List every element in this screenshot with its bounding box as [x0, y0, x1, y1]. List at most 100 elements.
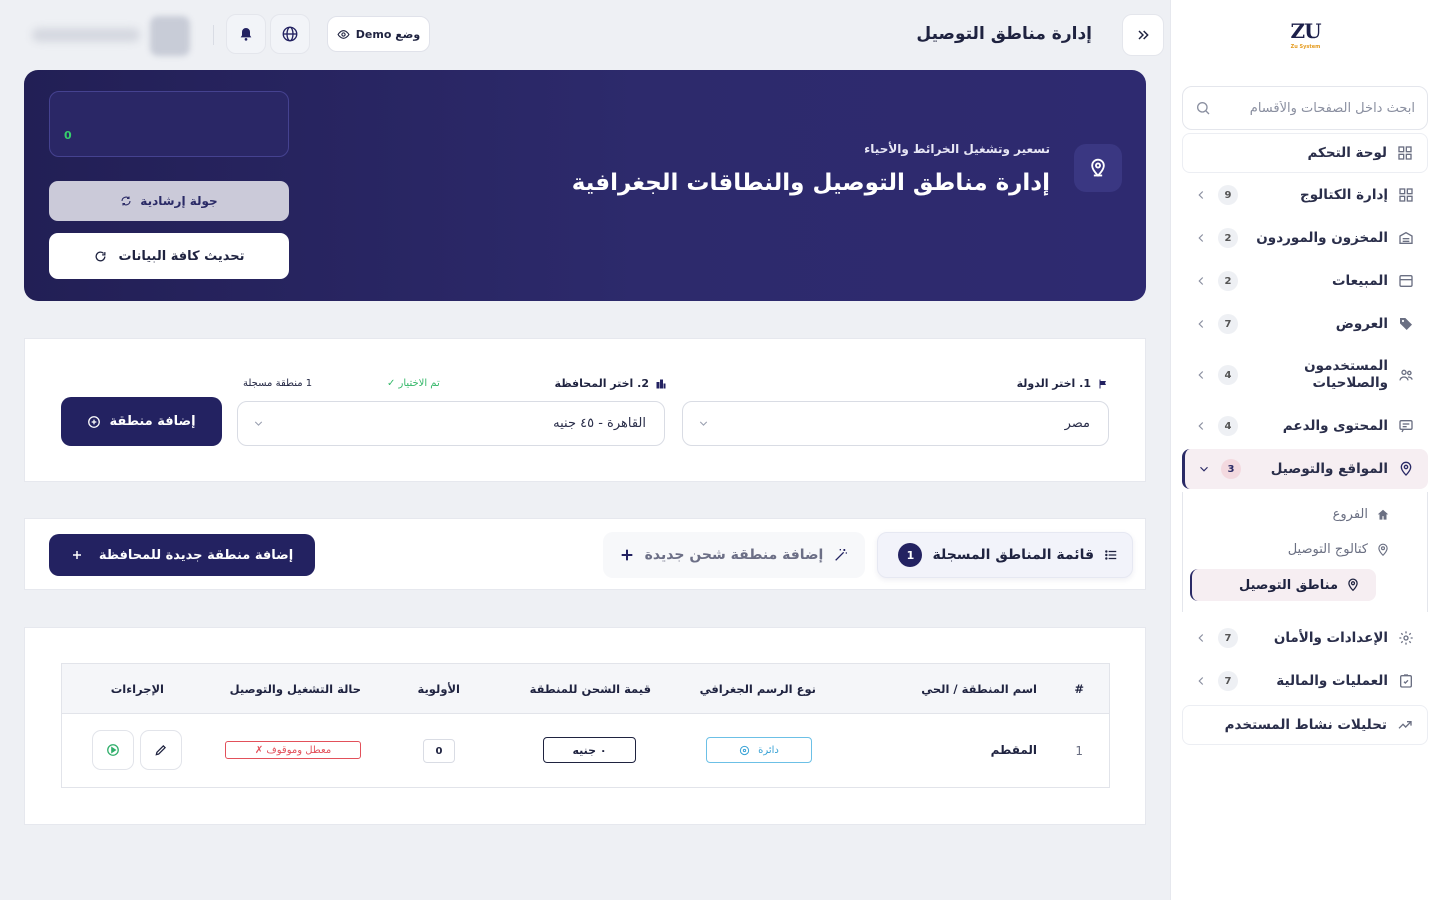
add-governorate-zone-button[interactable]: إضافة منطقة جديدة للمحافظة: [49, 534, 315, 576]
country-select-value: مصر: [1064, 416, 1090, 431]
sidebar-item-label: الإعدادات والأمان: [1273, 629, 1388, 646]
count-badge: 2: [1218, 271, 1238, 291]
chevron-left-icon: [1194, 631, 1208, 645]
topbar: إدارة مناطق التوصيل وضع Demo: [0, 0, 1170, 70]
tab-registered-zones-label: قائمة المناطق المسجلة: [932, 547, 1094, 563]
add-governorate-zone-label: إضافة منطقة جديدة للمحافظة: [98, 547, 294, 563]
sidebar-subitem-delivery-catalog[interactable]: كتالوج التوصيل: [1288, 542, 1390, 557]
building-icon: [655, 378, 667, 390]
count-badge: 2: [1218, 228, 1238, 248]
sidebar-item-locations[interactable]: المواقع والتوصيل 3: [1182, 449, 1428, 489]
country-select[interactable]: مصر: [682, 401, 1109, 446]
sidebar-search-input[interactable]: [1221, 100, 1415, 116]
chevron-down-icon: [1197, 462, 1211, 476]
th-geo-type: نوع الرسم الجغرافي: [699, 682, 816, 696]
sidebar-subitem-delivery-zones[interactable]: مناطق التوصيل: [1190, 569, 1376, 601]
tabs-card: قائمة المناطق المسجلة 1 إضافة منطقة شحن …: [24, 518, 1146, 590]
refresh-all-button[interactable]: تحديث كافة البيانات: [49, 233, 289, 279]
gear-icon: [1398, 630, 1414, 646]
activate-zone-button[interactable]: [92, 730, 134, 770]
pencil-icon: [154, 743, 168, 757]
sidebar-subitem-branches[interactable]: الفروع: [1333, 507, 1390, 522]
sidebar-item-offers[interactable]: العروض 7: [1182, 304, 1428, 344]
sidebar-item-operations[interactable]: العمليات والمالية 7: [1182, 661, 1428, 701]
eye-icon: [337, 28, 350, 41]
sidebar-item-label: المحتوى والدعم: [1282, 417, 1388, 434]
circle-target-icon: [739, 745, 750, 756]
sidebar-item-label: إدارة الكتالوج: [1299, 186, 1388, 203]
sidebar-item-users[interactable]: المستخدمون والصلاحيات 4: [1182, 354, 1428, 396]
row-index: 1: [1075, 744, 1083, 758]
governorate-label-text: 2. اختر المحافظة: [554, 377, 649, 390]
map-pin-icon: [1088, 158, 1108, 178]
count-badge: 7: [1218, 628, 1238, 648]
sidebar-item-dashboard[interactable]: لوحة التحكم: [1182, 133, 1428, 173]
count-badge: 4: [1218, 365, 1238, 385]
warehouse-icon: [1398, 230, 1414, 246]
sidebar-subitem-label: كتالوج التوصيل: [1287, 542, 1368, 557]
list-icon: [1104, 548, 1118, 562]
refresh-icon: [94, 250, 107, 263]
count-badge: 9: [1218, 185, 1238, 205]
th-priority: الأولوية: [417, 682, 460, 696]
dashboard-icon: [1397, 145, 1413, 161]
sync-icon: [120, 195, 132, 207]
sidebar-item-label: المخزون والموردون: [1256, 229, 1388, 246]
geo-type-badge: دائرة: [706, 737, 812, 763]
priority-badge: 0: [423, 739, 455, 763]
map-pin-icon: [1398, 461, 1414, 477]
logo-subtitle: Zu System: [1290, 43, 1321, 50]
count-badge: 7: [1218, 314, 1238, 334]
sidebar-item-sales[interactable]: المبيعات 2: [1182, 261, 1428, 301]
tab-add-shipping-zone[interactable]: إضافة منطقة شحن جديدة: [603, 532, 865, 578]
demo-mode-button[interactable]: وضع Demo: [327, 16, 430, 52]
chevron-left-icon: [1194, 317, 1208, 331]
magic-wand-icon: [833, 547, 849, 563]
sidebar-subitem-label: الفروع: [1332, 507, 1368, 522]
th-actions: الإجراءات: [110, 682, 164, 696]
count-badge: 4: [1218, 416, 1238, 436]
logo-mark: ZU: [1290, 18, 1321, 43]
language-button[interactable]: [270, 14, 310, 54]
sidebar-item-label: العروض: [1335, 315, 1388, 332]
sidebar-subitem-label: مناطق التوصيل: [1239, 577, 1338, 593]
zones-table-card: # اسم المنطقة / الحي نوع الرسم الجغرافي …: [24, 627, 1146, 825]
users-icon: [1398, 367, 1414, 383]
row-zone-name: المقطم: [990, 743, 1037, 757]
location-icon: [1376, 543, 1390, 557]
divider: [213, 25, 214, 45]
plus-circle-icon: [87, 415, 101, 429]
sidebar-item-inventory[interactable]: المخزون والموردون 2: [1182, 218, 1428, 258]
chevron-down-icon: [252, 417, 265, 430]
avatar[interactable]: [150, 16, 190, 56]
count-badge: 3: [1221, 459, 1241, 479]
logo[interactable]: ZU Zu System: [1171, 0, 1440, 70]
play-circle-icon: [106, 743, 120, 757]
th-shipping-value: قيمة الشحن للمنطقة: [529, 682, 651, 696]
registered-count-hint: 1 منطقة مسجلة: [243, 378, 313, 389]
chevron-left-icon: [1194, 188, 1208, 202]
notifications-button[interactable]: [226, 14, 266, 54]
sidebar-item-catalog[interactable]: إدارة الكتالوج 9: [1182, 175, 1428, 215]
sidebar-item-content[interactable]: المحتوى والدعم 4: [1182, 406, 1428, 446]
add-zone-button[interactable]: إضافة منطقة: [61, 397, 222, 446]
sidebar-item-analytics[interactable]: تحليلات نشاط المستخدم: [1182, 705, 1428, 745]
governorate-label: 2. اختر المحافظة: [555, 377, 667, 390]
globe-icon: [281, 25, 299, 43]
chevron-left-icon: [1194, 274, 1208, 288]
status-badge[interactable]: معطل وموقوف ✗: [225, 741, 361, 759]
map-pin-user-icon: [1346, 578, 1360, 592]
collapse-sidebar-button[interactable]: [1122, 14, 1164, 56]
governorate-select[interactable]: القاهرة - ٤٥ جنيه: [237, 401, 665, 446]
bell-icon: [238, 26, 254, 42]
plus-icon: [71, 549, 83, 561]
edit-zone-button[interactable]: [140, 730, 182, 770]
flag-icon: [1097, 378, 1109, 390]
tab-registered-zones[interactable]: قائمة المناطق المسجلة 1: [877, 532, 1133, 578]
message-icon: [1398, 418, 1414, 434]
sidebar-item-settings[interactable]: الإعدادات والأمان 7: [1182, 618, 1428, 658]
sidebar-item-label: لوحة التحكم: [1307, 144, 1387, 161]
guided-tour-button[interactable]: جولة إرشادية: [49, 181, 289, 221]
governorate-select-value: القاهرة - ٤٥ جنيه: [553, 416, 646, 431]
sidebar-item-label: المواقع والتوصيل: [1270, 460, 1388, 477]
